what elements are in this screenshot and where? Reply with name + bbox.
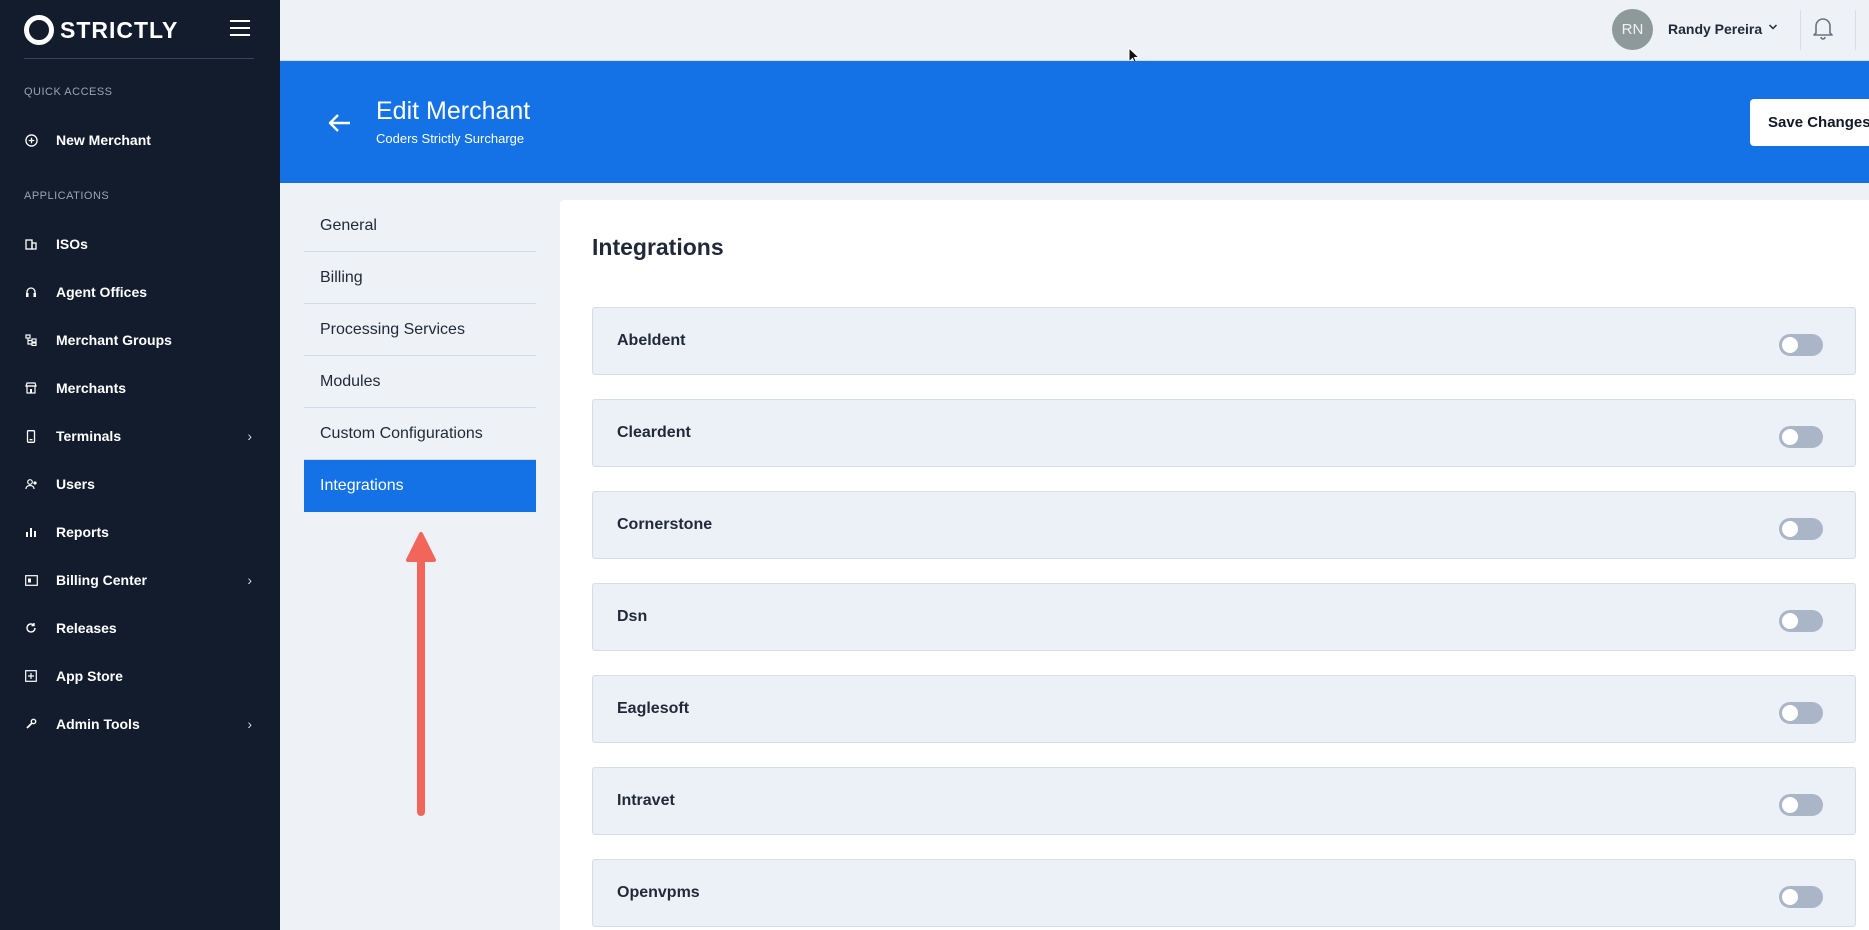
sidebar-item-label: Releases	[56, 620, 117, 636]
grid-box-icon	[24, 669, 38, 683]
back-arrow-icon[interactable]	[328, 113, 352, 133]
section-title: Integrations	[592, 234, 724, 260]
integrations-panel: Integrations Abeldent Cleardent Cornerst…	[560, 200, 1869, 930]
sidebar-item-label: Users	[56, 476, 95, 492]
page-header: Edit Merchant Coders Strictly Surcharge …	[280, 61, 1869, 183]
integration-name: Cornerstone	[617, 516, 713, 533]
sidebar-item-label: Admin Tools	[56, 716, 140, 732]
integration-name: Dsn	[617, 608, 648, 625]
integration-toggle[interactable]	[1779, 610, 1823, 632]
plus-circle-icon	[24, 133, 38, 147]
integration-toggle[interactable]	[1779, 426, 1823, 448]
integration-row: Intravet	[592, 767, 1856, 835]
integration-row: Cleardent	[592, 399, 1856, 467]
users-icon	[24, 477, 38, 491]
annotation-arrow-icon	[404, 530, 438, 820]
sidebar-item-label: Billing Center	[56, 572, 148, 588]
sidebar-item-isos[interactable]: ISOs	[0, 224, 280, 264]
refresh-icon	[24, 621, 38, 635]
integration-toggle[interactable]	[1779, 702, 1823, 724]
storefront-icon	[24, 381, 38, 395]
user-name[interactable]: Randy Pereira	[1668, 21, 1762, 37]
tab-billing[interactable]: Billing	[304, 252, 536, 304]
phone-device-icon	[24, 429, 38, 443]
sidebar-item-label: Merchants	[56, 380, 127, 396]
hierarchy-icon	[24, 333, 38, 347]
integration-name: Abeldent	[617, 332, 686, 349]
sidebar-item-label: App Store	[56, 668, 123, 684]
sidebar-item-label: Merchant Groups	[56, 332, 172, 348]
avatar[interactable]: RN	[1612, 9, 1653, 50]
sidebar-item-agent-offices[interactable]: Agent Offices	[0, 272, 280, 312]
integration-toggle[interactable]	[1779, 334, 1823, 356]
toggle-knob	[1782, 889, 1798, 905]
sidebar-item-users[interactable]: Users	[0, 464, 280, 504]
integration-row: Abeldent	[592, 307, 1856, 375]
sidebar-item-label: ISOs	[56, 236, 88, 252]
quick-access-label: QUICK ACCESS	[24, 86, 113, 98]
sidebar-item-app-store[interactable]: App Store	[0, 656, 280, 696]
bar-chart-icon	[24, 525, 38, 539]
integration-toggle[interactable]	[1779, 886, 1823, 908]
integration-toggle[interactable]	[1779, 794, 1823, 816]
headset-icon	[24, 285, 38, 299]
brand-logo[interactable]: STRICTLY	[24, 14, 178, 46]
sidebar-item-label: New Merchant	[56, 132, 151, 148]
chevron-right-icon: ›	[247, 572, 252, 588]
sidebar-item-terminals[interactable]: Terminals ›	[0, 416, 280, 456]
divider	[1855, 10, 1856, 50]
integration-row: Eaglesoft	[592, 675, 1856, 743]
sidebar-item-releases[interactable]: Releases	[0, 608, 280, 648]
chevron-right-icon: ›	[247, 716, 252, 732]
integration-row: Dsn	[592, 583, 1856, 651]
divider	[24, 58, 254, 59]
integration-name: Openvpms	[617, 884, 700, 901]
sidebar-item-label: Terminals	[56, 428, 122, 444]
sidebar-item-admin-tools[interactable]: Admin Tools ›	[0, 704, 280, 744]
tab-general[interactable]: General	[304, 200, 536, 252]
save-changes-button[interactable]: Save Changes	[1750, 99, 1869, 146]
tab-modules[interactable]: Modules	[304, 356, 536, 408]
strictly-logo-icon	[24, 15, 54, 45]
sidebar-item-merchant-groups[interactable]: Merchant Groups	[0, 320, 280, 360]
brand-name: STRICTLY	[60, 16, 179, 43]
page-title: Edit Merchant	[376, 97, 531, 125]
sidebar-item-label: Reports	[56, 524, 109, 540]
invoice-icon	[24, 573, 38, 587]
toggle-knob	[1782, 613, 1798, 629]
toggle-knob	[1782, 337, 1798, 353]
integration-name: Intravet	[617, 792, 675, 809]
toggle-knob	[1782, 521, 1798, 537]
wrench-icon	[24, 717, 38, 731]
sidebar-item-label: Agent Offices	[56, 284, 148, 300]
sidebar: STRICTLY QUICK ACCESS New Merchant APPLI…	[0, 0, 280, 930]
chevron-right-icon: ›	[247, 428, 252, 444]
integration-toggle[interactable]	[1779, 518, 1823, 540]
sidebar-item-billing-center[interactable]: Billing Center ›	[0, 560, 280, 600]
integration-name: Eaglesoft	[617, 700, 690, 717]
toggle-knob	[1782, 429, 1798, 445]
tab-integrations[interactable]: Integrations	[304, 460, 536, 512]
sidebar-item-new-merchant[interactable]: New Merchant	[0, 120, 280, 160]
building-icon	[24, 237, 38, 251]
toggle-knob	[1782, 797, 1798, 813]
chevron-down-icon[interactable]	[1768, 20, 1778, 34]
integration-name: Cleardent	[617, 424, 691, 441]
tab-custom-configurations[interactable]: Custom Configurations	[304, 408, 536, 460]
sidebar-item-reports[interactable]: Reports	[0, 512, 280, 552]
hamburger-menu-icon[interactable]	[230, 20, 250, 36]
toggle-knob	[1782, 705, 1798, 721]
sidebar-item-merchants[interactable]: Merchants	[0, 368, 280, 408]
merchant-section-nav: General Billing Processing Services Modu…	[304, 200, 536, 512]
bell-icon[interactable]	[1812, 16, 1834, 40]
integration-row: Openvpms	[592, 859, 1856, 927]
divider	[1800, 10, 1801, 50]
applications-label: APPLICATIONS	[24, 190, 110, 202]
integration-row: Cornerstone	[592, 491, 1856, 559]
tab-processing-services[interactable]: Processing Services	[304, 304, 536, 356]
page-subtitle: Coders Strictly Surcharge	[376, 131, 525, 146]
